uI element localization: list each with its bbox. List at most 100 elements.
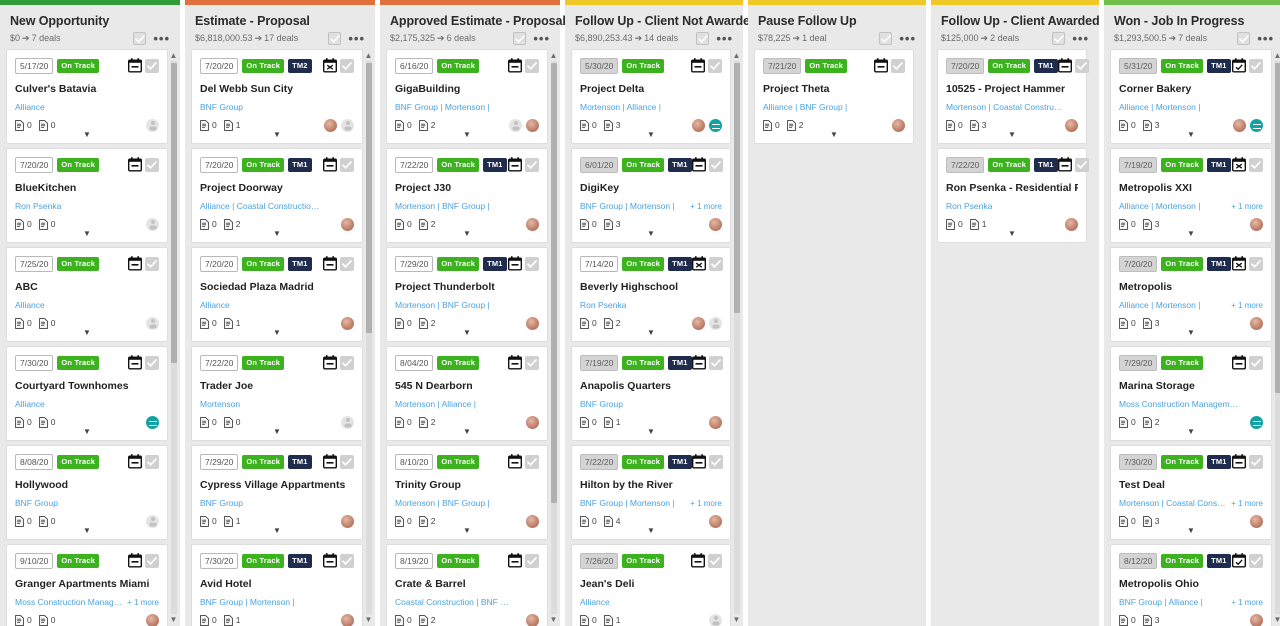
card-date-field[interactable]: 7/30/20 xyxy=(1119,453,1158,470)
card-title[interactable]: BlueKitchen xyxy=(15,182,159,194)
card-contacts[interactable]: Mortenson | BNF Group | xyxy=(395,498,490,508)
deal-card[interactable]: 7/30/20 On Track Courtyard Townhomes Allian… xyxy=(6,346,168,441)
card-date-field[interactable]: 8/19/20 xyxy=(395,552,434,569)
card-select-checkbox[interactable] xyxy=(145,553,159,568)
calendar-minus-icon[interactable] xyxy=(691,58,705,73)
card-contacts[interactable]: BNF Group | Mortenson | xyxy=(580,498,675,508)
card-expand-caret-icon[interactable]: ▼ xyxy=(7,428,167,436)
card-contacts[interactable]: Alliance | Coastal Construction | xyxy=(200,201,320,211)
deal-card[interactable]: 9/10/20 On Track Granger Apartments Miami M… xyxy=(6,544,168,626)
card-title[interactable]: Jean's Deli xyxy=(580,578,722,590)
card-contacts[interactable]: BNF Group xyxy=(15,498,58,508)
calendar-minus-icon[interactable] xyxy=(508,454,522,469)
card-title[interactable]: Test Deal xyxy=(1119,479,1263,491)
scrollbar-thumb[interactable] xyxy=(170,63,177,363)
avatar[interactable] xyxy=(1250,316,1263,330)
card-select-checkbox[interactable] xyxy=(1249,454,1263,469)
card-title[interactable]: Marina Storage xyxy=(1119,380,1263,392)
card-more-contacts-link[interactable]: + 1 more xyxy=(1227,301,1263,310)
card-select-checkbox[interactable] xyxy=(525,355,539,370)
card-contacts[interactable]: Mortenson | Coastal Constructi... xyxy=(1119,498,1227,508)
card-expand-caret-icon[interactable]: ▼ xyxy=(1111,329,1271,337)
card-select-checkbox[interactable] xyxy=(1249,553,1263,568)
calendar-minus-icon[interactable] xyxy=(508,157,522,172)
card-expand-caret-icon[interactable]: ▼ xyxy=(192,329,362,337)
avatar[interactable] xyxy=(526,613,539,626)
card-title[interactable]: Granger Apartments Miami xyxy=(15,578,159,590)
avatar[interactable] xyxy=(1065,118,1078,132)
calendar-minus-icon[interactable] xyxy=(128,355,142,370)
scroll-down-icon[interactable]: ▼ xyxy=(549,615,558,624)
card-title[interactable]: GigaBuilding xyxy=(395,83,539,95)
card-date-field[interactable]: 6/16/20 xyxy=(395,57,434,74)
deal-card[interactable]: 7/22/20 On Track Trader Joe Mortenson 0 0 ▼ xyxy=(191,346,363,441)
card-title[interactable]: Culver's Batavia xyxy=(15,83,159,95)
column-select-all-checkbox[interactable] xyxy=(696,32,710,45)
card-title[interactable]: Metropolis Ohio xyxy=(1119,578,1263,590)
card-contacts[interactable]: Alliance xyxy=(15,300,45,310)
card-select-checkbox[interactable] xyxy=(340,157,354,172)
card-title[interactable]: Ron Psenka - Residential Plumbing xyxy=(946,182,1078,194)
card-date-field[interactable]: 5/31/20 xyxy=(1119,57,1158,74)
scroll-down-icon[interactable]: ▼ xyxy=(364,615,373,624)
scrollbar-thumb[interactable] xyxy=(550,63,557,503)
card-title[interactable]: Project Thunderbolt xyxy=(395,281,539,293)
card-contacts[interactable]: Moss Construction Manageme... xyxy=(1119,399,1239,409)
avatar[interactable] xyxy=(709,118,722,132)
card-contacts[interactable]: Alliance xyxy=(200,300,230,310)
card-contacts[interactable]: BNF Group xyxy=(200,498,243,508)
card-expand-caret-icon[interactable]: ▼ xyxy=(7,329,167,337)
card-date-field[interactable]: 7/19/20 xyxy=(1119,156,1158,173)
calendar-minus-icon[interactable] xyxy=(128,256,142,271)
deal-card[interactable]: 8/10/20 On Track Trinity Group Mortenson | … xyxy=(386,445,548,540)
card-date-field[interactable]: 5/17/20 xyxy=(15,57,54,74)
card-select-checkbox[interactable] xyxy=(1249,355,1263,370)
calendar-minus-icon[interactable] xyxy=(874,58,888,73)
calendar-minus-icon[interactable] xyxy=(691,157,706,172)
scrollbar-thumb[interactable] xyxy=(365,63,372,333)
card-expand-caret-icon[interactable]: ▼ xyxy=(1111,527,1271,535)
card-contacts[interactable]: Alliance | Mortenson | xyxy=(1119,102,1200,112)
card-select-checkbox[interactable] xyxy=(340,355,354,370)
column-select-all-checkbox[interactable] xyxy=(1237,32,1251,45)
card-date-field[interactable]: 7/21/20 xyxy=(763,57,802,74)
card-select-checkbox[interactable] xyxy=(891,58,905,73)
avatar[interactable] xyxy=(892,118,905,132)
scroll-up-icon[interactable]: ▲ xyxy=(364,51,373,60)
card-select-checkbox[interactable] xyxy=(525,58,539,73)
card-select-checkbox[interactable] xyxy=(1249,256,1263,271)
card-contacts[interactable]: BNF Group | Mortenson | xyxy=(580,201,675,211)
calendar-minus-icon[interactable] xyxy=(1057,58,1072,73)
card-expand-caret-icon[interactable]: ▼ xyxy=(192,230,362,238)
column-select-all-checkbox[interactable] xyxy=(328,32,342,45)
calendar-minus-icon[interactable] xyxy=(508,355,522,370)
card-more-contacts-link[interactable]: + 1 more xyxy=(1227,598,1263,607)
card-select-checkbox[interactable] xyxy=(1074,157,1089,172)
card-select-checkbox[interactable] xyxy=(708,355,723,370)
deal-card[interactable]: 7/19/20 On Track TM1 Metropolis XXI Alliance… xyxy=(1110,148,1272,243)
card-date-field[interactable]: 7/14/20 xyxy=(580,255,619,272)
card-more-contacts-link[interactable]: + 1 more xyxy=(1227,499,1263,508)
card-select-checkbox[interactable] xyxy=(708,58,722,73)
card-date-field[interactable]: 7/20/20 xyxy=(200,255,239,272)
column-more-menu-icon[interactable]: ••• xyxy=(1257,32,1274,45)
card-expand-caret-icon[interactable]: ▼ xyxy=(938,230,1086,238)
card-date-field[interactable]: 8/04/20 xyxy=(395,354,434,371)
avatar[interactable] xyxy=(1250,118,1263,132)
calendar-minus-icon[interactable] xyxy=(323,454,337,469)
card-select-checkbox[interactable] xyxy=(145,256,159,271)
card-expand-caret-icon[interactable]: ▼ xyxy=(7,230,167,238)
card-date-field[interactable]: 7/26/20 xyxy=(580,552,619,569)
card-select-checkbox[interactable] xyxy=(708,454,723,469)
card-expand-caret-icon[interactable]: ▼ xyxy=(572,131,730,139)
deal-card[interactable]: 7/20/20 On Track TM2 Del Webb Sun City BNF G… xyxy=(191,49,363,144)
card-title[interactable]: 545 N Dearborn xyxy=(395,380,539,392)
deal-card[interactable]: 7/19/20 On Track TM1 Anapolis Quarters BNF G… xyxy=(571,346,731,441)
avatar[interactable] xyxy=(1065,217,1078,231)
calendar-x-icon[interactable] xyxy=(1232,256,1246,271)
scroll-up-icon[interactable]: ▲ xyxy=(732,51,741,60)
avatar[interactable] xyxy=(526,316,539,330)
card-title[interactable]: Crate & Barrel xyxy=(395,578,539,590)
column-select-all-checkbox[interactable] xyxy=(879,32,893,45)
card-expand-caret-icon[interactable]: ▼ xyxy=(387,329,547,337)
